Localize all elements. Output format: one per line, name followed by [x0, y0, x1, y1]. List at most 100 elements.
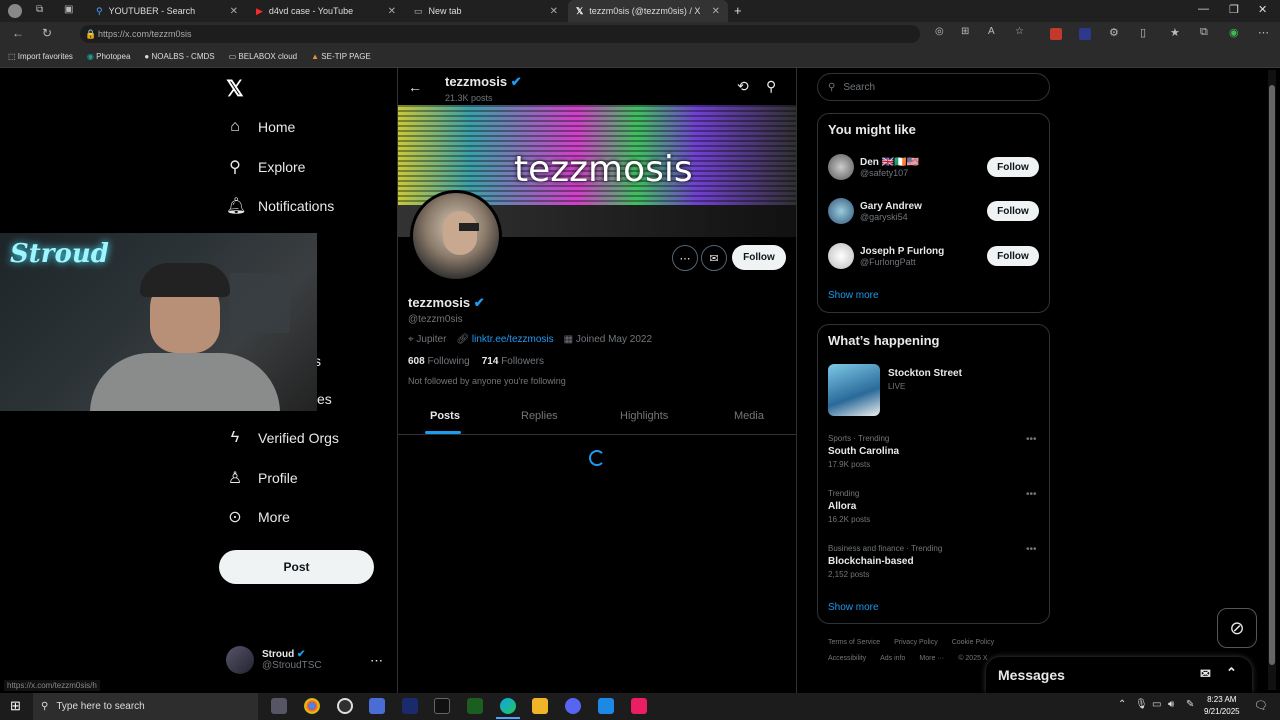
minimize-icon[interactable]: — — [1198, 3, 1209, 15]
search-icon[interactable]: ⚲ — [766, 78, 776, 95]
nvidia-icon[interactable] — [402, 698, 418, 714]
footer-more[interactable]: More ··· — [919, 655, 944, 662]
bookmark-belabox[interactable]: ▭ BELABOX cloud — [229, 52, 298, 61]
notification-center-icon[interactable]: 🗨︎ — [1254, 699, 1268, 712]
profile-link[interactable]: 🔗︎ linktr.ee/tezzmosis — [456, 334, 553, 345]
footer-ads-info[interactable]: Ads info — [880, 655, 905, 662]
footer-terms[interactable]: Terms of Service — [828, 639, 880, 646]
split-screen-icon[interactable]: ▯ — [1140, 26, 1146, 39]
follow-button[interactable]: Follow — [987, 246, 1039, 266]
scrollbar[interactable] — [1268, 70, 1276, 690]
profile-avatar[interactable] — [410, 190, 502, 282]
follow-button[interactable]: Follow — [987, 157, 1039, 177]
suggestion-item[interactable]: Gary Andrew @garyski54 — [828, 198, 922, 224]
nav-more[interactable]: ⊙ More — [226, 507, 290, 527]
bookmark-noalbs[interactable]: ● NOALBS - CMDS — [144, 52, 214, 61]
footer-accessibility[interactable]: Accessibility — [828, 655, 866, 662]
favorite-star-icon[interactable]: ☆ — [1015, 26, 1024, 37]
settings-more-icon[interactable]: ⋯ — [1258, 26, 1269, 39]
back-icon[interactable]: ← — [12, 26, 24, 40]
tab-posts[interactable]: Posts — [430, 410, 460, 422]
suggestion-item[interactable]: Den 🇬🇧🇮🇪🇺🇸 @safety107 — [828, 154, 919, 180]
epic-games-icon[interactable] — [434, 698, 450, 714]
network-icon[interactable]: ▭ — [1152, 699, 1161, 710]
favorites-icon[interactable]: ★ — [1170, 26, 1180, 39]
post-button[interactable]: Post — [219, 550, 374, 584]
tab-new-tab[interactable]: ▭ New tab ✕ — [406, 0, 566, 22]
extension-blue-icon[interactable] — [1079, 28, 1091, 40]
more-options-icon[interactable]: ⋯ — [672, 245, 698, 271]
chrome-icon[interactable] — [304, 698, 320, 714]
suggestion-item[interactable]: Joseph P Furlong @FurlongPatt — [828, 243, 944, 269]
close-icon[interactable]: ✕ — [388, 6, 396, 17]
location-icon[interactable]: ◎ — [935, 26, 944, 37]
bookmark-photopea[interactable]: ◉ Photopea — [87, 52, 130, 61]
obs-icon[interactable] — [337, 698, 353, 714]
account-more-icon[interactable]: ⋯ — [370, 653, 383, 669]
taskbar-search[interactable]: ⚲ Type here to search — [33, 693, 258, 720]
trend-item[interactable]: Business and finance · Trending Blockchai… — [828, 544, 942, 579]
account-switcher[interactable]: Stroud ✔ @StroudTSC — [226, 646, 322, 674]
grok-icon[interactable]: ⟲ — [737, 78, 749, 95]
restore-icon[interactable]: ❐ — [1229, 3, 1239, 16]
collections-icon[interactable]: ⧉ — [1200, 26, 1208, 39]
footer-cookies[interactable]: Cookie Policy — [952, 639, 994, 646]
microphone-icon[interactable]: 🎙︎ — [1135, 699, 1148, 710]
more-options-icon[interactable]: ••• — [1026, 544, 1037, 555]
followers-link[interactable]: 714 Followers — [482, 356, 544, 367]
app-available-icon[interactable]: ⊞ — [961, 26, 969, 37]
following-link[interactable]: 608 Following — [408, 356, 470, 367]
window-close-icon[interactable]: ✕ — [1258, 3, 1267, 16]
profile-avatar-icon[interactable] — [8, 4, 22, 18]
workspaces-icon[interactable]: ⧉ — [36, 4, 43, 15]
bookmark-se-tip[interactable]: ▲ SE-TIP PAGE — [311, 52, 371, 61]
url-input[interactable]: 🔒 https://x.com/tezzm0sis — [80, 25, 920, 43]
nav-notifications[interactable]: 🔔︎ Notifications — [226, 196, 334, 216]
back-arrow-icon[interactable]: ← — [408, 79, 422, 95]
tab-youtube[interactable]: ▶ d4vd case - YouTube ✕ — [248, 0, 404, 22]
refresh-icon[interactable]: ↻ — [42, 26, 52, 40]
volume-icon[interactable]: 🔊︎ — [1168, 699, 1174, 710]
app-f-icon[interactable] — [598, 698, 614, 714]
clock[interactable]: 8:23 AM 9/21/2025 — [1204, 694, 1240, 718]
show-more-link[interactable]: Show more — [828, 290, 879, 301]
extension-red-icon[interactable] — [1050, 28, 1062, 40]
link-text[interactable]: linktr.ee/tezzmosis — [472, 334, 554, 345]
xbox-icon[interactable] — [467, 698, 483, 714]
edge-icon[interactable] — [500, 698, 516, 714]
show-more-link[interactable]: Show more — [828, 602, 879, 613]
messages-drawer[interactable]: Messages ✉ ⌃ — [986, 657, 1252, 693]
nav-verified-orgs[interactable]: ϟ Verified Orgs — [226, 429, 339, 447]
tab-youtuber-search[interactable]: ⚲ YOUTUBER - Search ✕ — [88, 0, 246, 22]
store-icon[interactable] — [369, 698, 385, 714]
trend-item[interactable]: Sports · Trending South Carolina 17.9K pos… — [828, 434, 899, 469]
read-aloud-icon[interactable]: A — [988, 26, 995, 37]
tab-highlights[interactable]: Highlights — [620, 410, 668, 422]
bookmark-import-favorites[interactable]: ⬚ Import favorites — [8, 52, 73, 61]
windows-start-icon[interactable]: ⊞ — [10, 698, 21, 714]
close-icon[interactable]: ✕ — [550, 6, 558, 17]
file-explorer-icon[interactable] — [532, 698, 548, 714]
tab-replies[interactable]: Replies — [521, 410, 558, 422]
message-icon[interactable]: ✉ — [701, 245, 727, 271]
live-thumbnail[interactable] — [828, 364, 880, 416]
scrollbar-thumb[interactable] — [1269, 85, 1275, 665]
more-options-icon[interactable]: ••• — [1026, 434, 1037, 445]
tab-media[interactable]: Media — [734, 410, 764, 422]
trend-item[interactable]: Trending Allora 16.2K posts — [828, 489, 870, 524]
close-icon[interactable]: ✕ — [712, 6, 720, 17]
more-options-icon[interactable]: ••• — [1026, 489, 1037, 500]
discord-icon[interactable] — [565, 698, 581, 714]
tab-x-profile[interactable]: 𝕏 tezzm0sis (@tezzm0sis) / X ✕ — [568, 0, 728, 22]
x-logo-icon[interactable]: 𝕏 — [226, 76, 244, 102]
task-view-icon[interactable] — [271, 698, 287, 714]
pen-icon[interactable]: ✎ — [1186, 699, 1194, 710]
nav-home[interactable]: ⌂ Home — [226, 118, 295, 136]
new-tab-icon[interactable]: + — [734, 3, 742, 18]
follow-button[interactable]: Follow — [987, 201, 1039, 221]
follow-button[interactable]: Follow — [732, 245, 786, 270]
close-icon[interactable]: ✕ — [230, 6, 238, 17]
extensions-icon[interactable]: ⚙ — [1109, 26, 1119, 39]
tab-actions-icon[interactable]: ▣ — [64, 4, 73, 15]
search-input[interactable]: ⚲ Search — [817, 73, 1050, 101]
